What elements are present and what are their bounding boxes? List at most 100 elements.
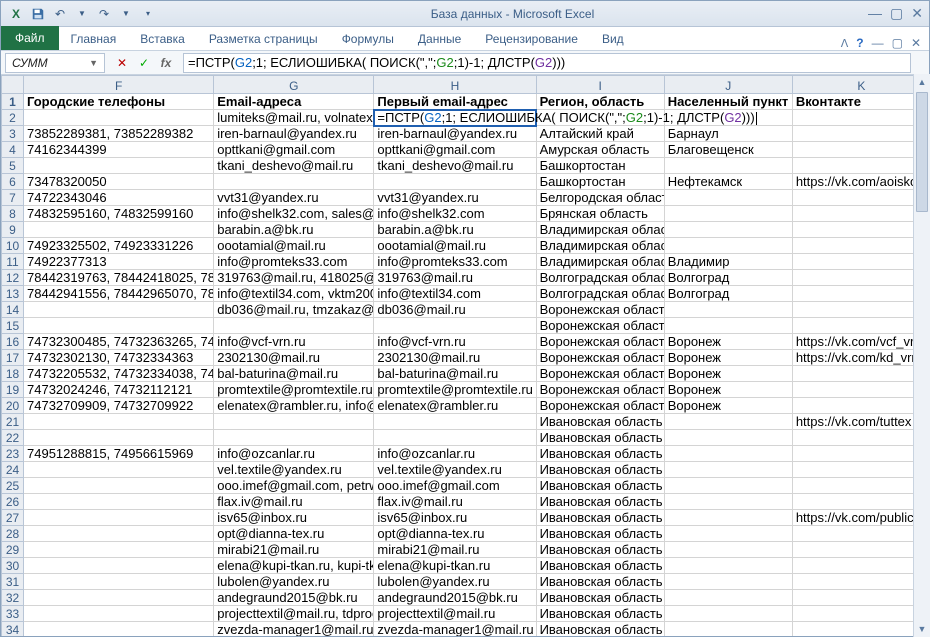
cell[interactable] <box>664 558 792 574</box>
cell[interactable]: elena@kupi-tkan.ru <box>374 558 536 574</box>
cell[interactable]: Ивановская область <box>536 494 664 510</box>
cell[interactable] <box>792 366 929 382</box>
cell[interactable]: 74732205532, 74732334038, 7473 <box>24 366 214 382</box>
cell[interactable]: 74922377313 <box>24 254 214 270</box>
cell[interactable]: elena@kupi-tkan.ru, kupi-tkan@ <box>214 558 374 574</box>
cell[interactable]: Воронежская область <box>536 318 664 334</box>
scroll-up-icon[interactable]: ▲ <box>914 74 930 90</box>
cell[interactable]: Воронеж <box>664 334 792 350</box>
cell[interactable]: flax.iv@mail.ru <box>374 494 536 510</box>
cell[interactable]: barabin.a@bk.ru <box>374 222 536 238</box>
cell[interactable]: 78442941556, 78442965070, 7844 <box>24 286 214 302</box>
cell[interactable]: 73478320050 <box>24 174 214 190</box>
cell[interactable]: 319763@mail.ru <box>374 270 536 286</box>
cell[interactable] <box>214 318 374 334</box>
cell[interactable] <box>792 318 929 334</box>
cell[interactable]: info@shelk32.com <box>374 206 536 222</box>
tab-page-layout[interactable]: Разметка страницы <box>197 28 330 50</box>
cell[interactable]: Ивановская область <box>536 414 664 430</box>
cell[interactable] <box>792 622 929 637</box>
header-cell[interactable]: Вконтакте <box>792 94 929 110</box>
cell[interactable] <box>792 382 929 398</box>
row-header[interactable]: 28 <box>2 526 24 542</box>
cell[interactable]: Башкортостан <box>536 158 664 174</box>
cell[interactable] <box>214 174 374 190</box>
cell[interactable]: info@shelk32.com, sales@shel <box>214 206 374 222</box>
row-header[interactable]: 27 <box>2 510 24 526</box>
cell[interactable] <box>664 622 792 637</box>
cell[interactable]: https://vk.com/public12 <box>792 510 929 526</box>
cell[interactable] <box>664 190 792 206</box>
cell[interactable]: 74951288815, 74956615969 <box>24 446 214 462</box>
row-header[interactable]: 4 <box>2 142 24 158</box>
cell[interactable] <box>792 142 929 158</box>
cell[interactable] <box>24 574 214 590</box>
row-header[interactable]: 17 <box>2 350 24 366</box>
scroll-down-icon[interactable]: ▼ <box>914 621 930 637</box>
cell[interactable]: lubolen@yandex.ru <box>374 574 536 590</box>
cell[interactable] <box>664 590 792 606</box>
row-header[interactable]: 26 <box>2 494 24 510</box>
chevron-down-icon[interactable]: ▼ <box>73 5 91 23</box>
row-header[interactable]: 11 <box>2 254 24 270</box>
cell[interactable]: Владимирская область <box>536 254 664 270</box>
cell[interactable]: Волгоград <box>664 270 792 286</box>
cell[interactable]: 74732709909, 74732709922 <box>24 398 214 414</box>
cell[interactable]: db036@mail.ru, tmzakaz@mail. <box>214 302 374 318</box>
name-box[interactable]: СУММ ▼ <box>5 53 105 73</box>
qat-customize-icon[interactable]: ▾ <box>139 5 157 23</box>
cell[interactable]: Воронежская область <box>536 398 664 414</box>
cell[interactable]: ooo.imef@gmail.com <box>374 478 536 494</box>
cell[interactable]: opttkani@gmail.com <box>374 142 536 158</box>
cell[interactable] <box>24 158 214 174</box>
cell[interactable] <box>664 478 792 494</box>
cell[interactable]: Ивановская область <box>536 430 664 446</box>
cell[interactable] <box>24 110 214 126</box>
cell[interactable] <box>664 606 792 622</box>
cell[interactable]: Владимирская область <box>536 238 664 254</box>
row-header[interactable]: 13 <box>2 286 24 302</box>
cell[interactable] <box>664 430 792 446</box>
chevron-down-icon[interactable]: ▼ <box>89 58 98 68</box>
cell[interactable]: 2302130@mail.ru <box>214 350 374 366</box>
cell[interactable] <box>792 110 929 126</box>
cell[interactable] <box>792 590 929 606</box>
row-header[interactable]: 33 <box>2 606 24 622</box>
cell[interactable]: Алтайский край <box>536 126 664 142</box>
row-header[interactable]: 6 <box>2 174 24 190</box>
ribbon-minimize-icon[interactable]: ⴷ <box>841 37 849 50</box>
formula-input[interactable]: =ПСТР(G2;1; ЕСЛИОШИБКА( ПОИСК(",";G2;1)-… <box>183 53 911 73</box>
cell[interactable] <box>664 206 792 222</box>
cell[interactable]: flax.iv@mail.ru <box>214 494 374 510</box>
row-header[interactable]: 20 <box>2 398 24 414</box>
cell[interactable]: Ивановская область <box>536 542 664 558</box>
cell[interactable]: projecttextil@mail.ru <box>374 606 536 622</box>
cell[interactable]: 319763@mail.ru, 418025@mail.ru, <box>214 270 374 286</box>
cell[interactable] <box>792 254 929 270</box>
cell[interactable]: 74732300485, 74732363265, 7473 <box>24 334 214 350</box>
cell[interactable] <box>792 446 929 462</box>
cell[interactable]: mirabi21@mail.ru <box>374 542 536 558</box>
cell[interactable]: opt@dianna-tex.ru <box>214 526 374 542</box>
cell[interactable] <box>664 510 792 526</box>
cell[interactable]: ooo.imef@gmail.com, petrway <box>214 478 374 494</box>
cell[interactable]: info@vcf-vrn.ru <box>214 334 374 350</box>
cell[interactable]: Ивановская область <box>536 510 664 526</box>
cell[interactable]: vel.textile@yandex.ru <box>374 462 536 478</box>
redo-icon[interactable]: ↷ <box>95 5 113 23</box>
ribbon-window-min-icon[interactable]: — <box>872 36 884 50</box>
cell[interactable]: vvt31@yandex.ru <box>214 190 374 206</box>
undo-icon[interactable]: ↶ <box>51 5 69 23</box>
row-header[interactable]: 5 <box>2 158 24 174</box>
cell[interactable]: Ивановская область <box>536 590 664 606</box>
cell[interactable]: 74732302130, 74732334363 <box>24 350 214 366</box>
cell[interactable]: promtextile@promtextile.ru <box>374 382 536 398</box>
row-header[interactable]: 29 <box>2 542 24 558</box>
cell[interactable] <box>792 126 929 142</box>
cell[interactable] <box>24 526 214 542</box>
chevron-down-icon[interactable]: ▼ <box>117 5 135 23</box>
cell[interactable] <box>24 318 214 334</box>
cell[interactable]: Владимир <box>664 254 792 270</box>
cell[interactable]: Воронеж <box>664 382 792 398</box>
cell[interactable]: 74722343046 <box>24 190 214 206</box>
